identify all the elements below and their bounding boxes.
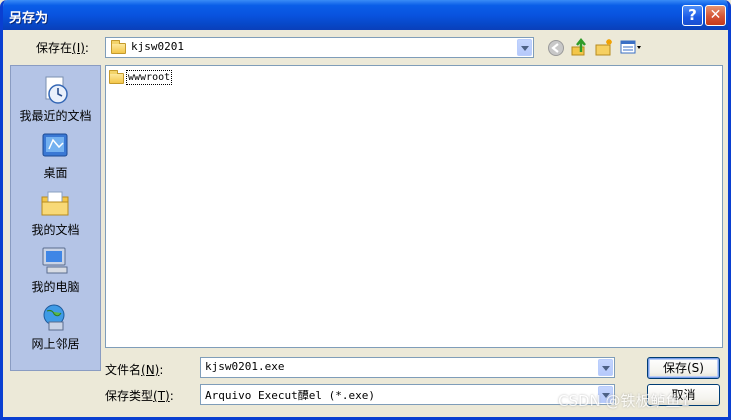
desktop-icon — [42, 133, 68, 157]
up-one-level-button[interactable] — [569, 37, 589, 57]
close-button[interactable]: ✕ — [705, 5, 726, 26]
place-label: 桌面 — [43, 166, 68, 180]
views-menu-button[interactable] — [619, 37, 643, 57]
new-folder-button[interactable] — [594, 37, 614, 57]
save-as-dialog: 另存为 ? ✕ 保存在(I): kjsw0201 我最近的文档 桌面 我的文档 … — [0, 0, 731, 420]
place-label: 我的文档 — [31, 223, 80, 237]
list-item-label: wwwroot — [126, 70, 173, 85]
list-item[interactable]: wwwroot — [106, 66, 176, 86]
help-button[interactable]: ? — [682, 5, 703, 26]
chevron-down-icon[interactable] — [598, 359, 613, 376]
place-label: 我的电脑 — [31, 280, 80, 294]
save-in-dropdown[interactable]: kjsw0201 — [105, 37, 534, 58]
close-icon: ✕ — [709, 7, 722, 23]
place-my-documents[interactable]: 我的文档 — [11, 184, 100, 240]
network-places-icon — [43, 304, 65, 331]
title-bar[interactable]: 另存为 ? ✕ — [3, 0, 728, 30]
filetype-label: 保存类型(T): — [105, 389, 174, 403]
back-button[interactable] — [546, 38, 566, 58]
filename-value: kjsw0201.exe — [205, 360, 285, 373]
views-menu-icon — [620, 40, 641, 54]
save-in-value: kjsw0201 — [131, 40, 184, 53]
place-recent-documents[interactable]: 我最近的文档 — [11, 70, 100, 126]
places-bar: 我最近的文档 桌面 我的文档 我的电脑 网上邻居 — [10, 65, 101, 371]
new-folder-icon — [595, 39, 612, 56]
my-computer-icon — [42, 247, 68, 274]
help-icon: ? — [688, 6, 697, 24]
place-label: 我最近的文档 — [19, 109, 92, 123]
filetype-value: Arquivo Execut醰el (*.exe) — [205, 389, 375, 402]
my-documents-icon — [41, 191, 69, 216]
place-label: 网上邻居 — [31, 337, 80, 351]
save-in-label: 保存在(I): — [36, 41, 89, 55]
recent-documents-icon — [45, 76, 68, 104]
window-title: 另存为 — [9, 11, 49, 26]
up-folder-icon — [571, 37, 586, 56]
watermark: CSDN @铁板鲈鱼1 — [558, 392, 691, 410]
save-button[interactable]: 保存(S) — [647, 357, 720, 379]
filetype-dropdown[interactable]: Arquivo Execut醰el (*.exe) — [200, 384, 615, 405]
filename-input[interactable]: kjsw0201.exe — [200, 357, 615, 378]
file-list[interactable]: wwwroot — [105, 65, 723, 348]
back-arrow-icon — [548, 40, 564, 56]
place-network[interactable]: 网上邻居 — [11, 298, 100, 354]
folder-icon — [109, 70, 124, 84]
folder-icon — [111, 40, 126, 54]
chevron-down-icon[interactable] — [517, 39, 532, 56]
filename-label: 文件名(N): — [105, 363, 164, 377]
place-my-computer[interactable]: 我的电脑 — [11, 241, 100, 297]
place-desktop[interactable]: 桌面 — [11, 127, 100, 183]
